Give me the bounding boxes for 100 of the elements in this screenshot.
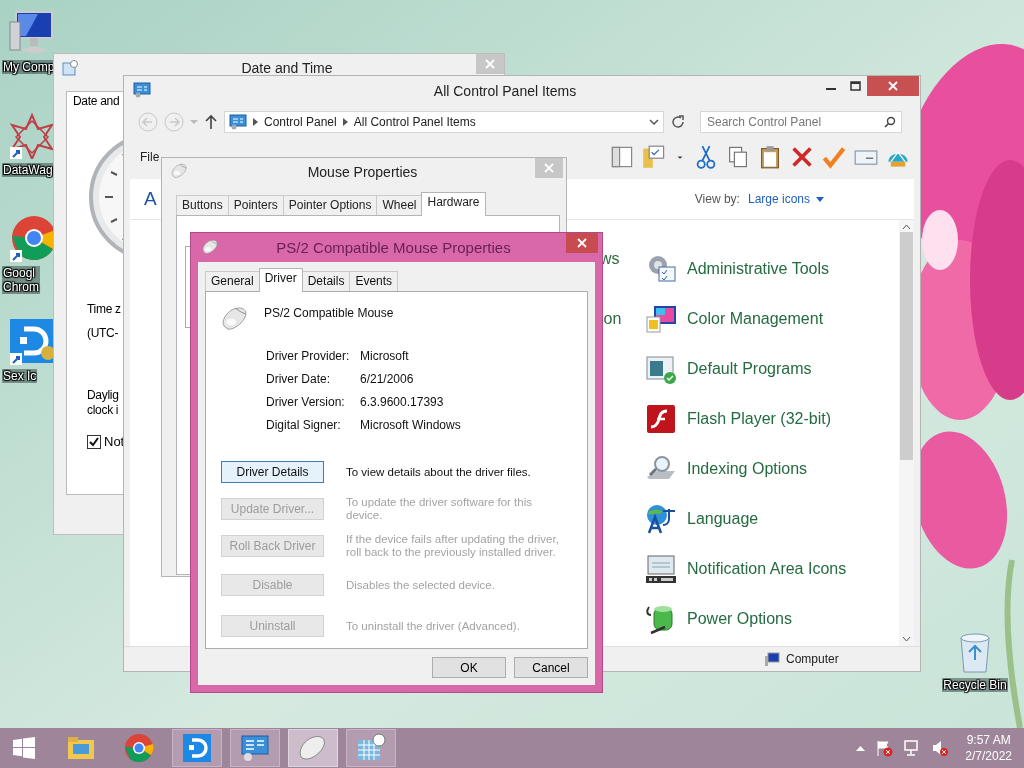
scrollbar[interactable] xyxy=(899,220,914,646)
tab[interactable]: Date and xyxy=(73,94,120,108)
property-value: Microsoft Windows xyxy=(360,416,462,434)
scroll-down-icon[interactable] xyxy=(902,636,911,642)
computer-icon xyxy=(764,652,780,666)
window-title: Mouse Properties xyxy=(306,163,419,180)
description: Disables the selected device. xyxy=(346,578,496,592)
property-value: Microsoft xyxy=(360,347,410,365)
property-label: Driver Provider: xyxy=(266,347,351,365)
flash-icon xyxy=(645,403,677,435)
folder-icon[interactable] xyxy=(642,145,666,169)
chrome-icon xyxy=(123,732,155,764)
window-title: Date and Time xyxy=(240,59,334,76)
pane-icon[interactable] xyxy=(610,145,634,169)
tab[interactable]: General xyxy=(205,271,260,291)
item-label[interactable]: Power Options xyxy=(687,610,792,628)
globe-icon xyxy=(645,503,677,535)
chevron-icon[interactable] xyxy=(649,118,659,126)
close-icon xyxy=(544,163,554,173)
recycle-bin-icon[interactable] xyxy=(957,630,993,674)
status-text: Computer xyxy=(786,652,839,666)
item-label[interactable]: Color Management xyxy=(687,310,824,328)
close-icon xyxy=(888,81,898,91)
muted-speaker-icon[interactable] xyxy=(931,739,950,757)
scroll-up-icon[interactable] xyxy=(902,224,911,230)
icon-label: Sex Ic xyxy=(2,369,38,383)
label: Daylig clock i xyxy=(87,388,119,418)
item-label[interactable]: Flash Player (32-bit) xyxy=(687,410,832,428)
label: View by: xyxy=(694,192,740,206)
property-value: 6/21/2006 xyxy=(360,370,415,388)
app-icon[interactable] xyxy=(8,317,56,365)
app-icon xyxy=(181,732,213,764)
tab[interactable]: Hardware xyxy=(421,192,486,216)
checkbox[interactable] xyxy=(87,434,101,449)
copy-icon[interactable] xyxy=(726,145,750,169)
tab[interactable]: Events xyxy=(349,271,399,291)
item-label[interactable]: Indexing Options xyxy=(687,460,808,478)
device-name: PS/2 Compatible Mouse xyxy=(264,306,394,320)
refresh-button[interactable] xyxy=(670,114,686,130)
item-label[interactable]: Default Programs xyxy=(687,360,812,378)
heading: A xyxy=(144,188,157,210)
window-title: PS/2 Compatible Mouse Properties xyxy=(275,238,512,256)
window-title: All Control Panel Items xyxy=(432,82,578,99)
menu-item[interactable]: File xyxy=(140,150,160,164)
description: If the device fails after updating the driver, roll back to the previously installed driver. xyxy=(346,533,560,560)
caret-icon xyxy=(816,196,824,202)
taskbar-button[interactable] xyxy=(230,729,280,767)
flag-icon[interactable] xyxy=(875,739,894,757)
property-label: Digital Signer: xyxy=(266,416,342,434)
description: To update the driver software for this device. xyxy=(346,496,533,523)
cut-icon[interactable] xyxy=(694,145,718,169)
check-icon[interactable] xyxy=(822,145,846,169)
time-text: 9:57 AM xyxy=(966,732,1011,748)
chrome-icon[interactable] xyxy=(8,214,56,262)
label: Time z xyxy=(87,302,121,316)
dialog-button[interactable]: OK xyxy=(432,657,506,678)
monitor-icon xyxy=(645,303,677,335)
dialog-button[interactable]: Cancel xyxy=(514,657,588,678)
close-button[interactable] xyxy=(566,233,598,253)
control-panel-icon xyxy=(229,114,247,130)
tab[interactable]: Driver xyxy=(258,268,303,292)
view-dropdown[interactable]: Large icons xyxy=(747,192,824,206)
close-icon xyxy=(485,59,495,69)
minimize-icon xyxy=(826,88,836,90)
search-field[interactable]: Search Control Panel xyxy=(700,111,902,133)
chevron-icon xyxy=(253,118,258,126)
icon-label: Googl Chrom xyxy=(2,266,40,294)
property-value: 6.3.9600.17393 xyxy=(360,393,445,411)
description: To uninstall the driver (Advanced). xyxy=(346,619,521,633)
up-arrow-icon[interactable] xyxy=(856,745,866,751)
close-button[interactable] xyxy=(867,76,919,96)
item-label[interactable]: Administrative Tools xyxy=(687,260,829,278)
search-icon xyxy=(884,116,896,128)
taskbar-button[interactable] xyxy=(346,729,396,767)
maximize-icon xyxy=(849,81,861,91)
item-label[interactable]: Language xyxy=(687,510,759,528)
tab[interactable]: Pointer Options xyxy=(282,195,378,215)
icon-label: Recycle Bin xyxy=(942,678,1008,692)
delete-icon[interactable] xyxy=(790,145,814,169)
description: To view details about the driver files. xyxy=(346,465,532,479)
control-panel-icon xyxy=(239,732,271,764)
address-bar[interactable]: Control Panel All Control Panel Items xyxy=(224,111,664,133)
tab[interactable]: Buttons xyxy=(176,195,229,215)
taskbar-button[interactable] xyxy=(172,729,222,767)
computer-icon[interactable] xyxy=(8,8,56,56)
date-text: 2/7/2022 xyxy=(965,748,1012,764)
label: (UTC- xyxy=(87,326,119,340)
property-label: Driver Date: xyxy=(266,370,331,388)
taskbar-button[interactable] xyxy=(288,729,338,767)
calendar-icon xyxy=(62,59,78,76)
close-icon xyxy=(577,238,587,248)
control-panel-icon xyxy=(133,82,151,98)
up-button[interactable] xyxy=(204,114,218,130)
checkbox-label: Not xyxy=(104,434,125,449)
action-button[interactable]: Driver Details xyxy=(221,461,324,484)
property-label: Driver Version: xyxy=(266,393,346,411)
star-shape-icon[interactable] xyxy=(8,111,56,159)
item-label[interactable]: Notification Area Icons xyxy=(687,560,847,578)
paste-icon[interactable] xyxy=(758,145,782,169)
chevron-icon xyxy=(342,118,348,126)
